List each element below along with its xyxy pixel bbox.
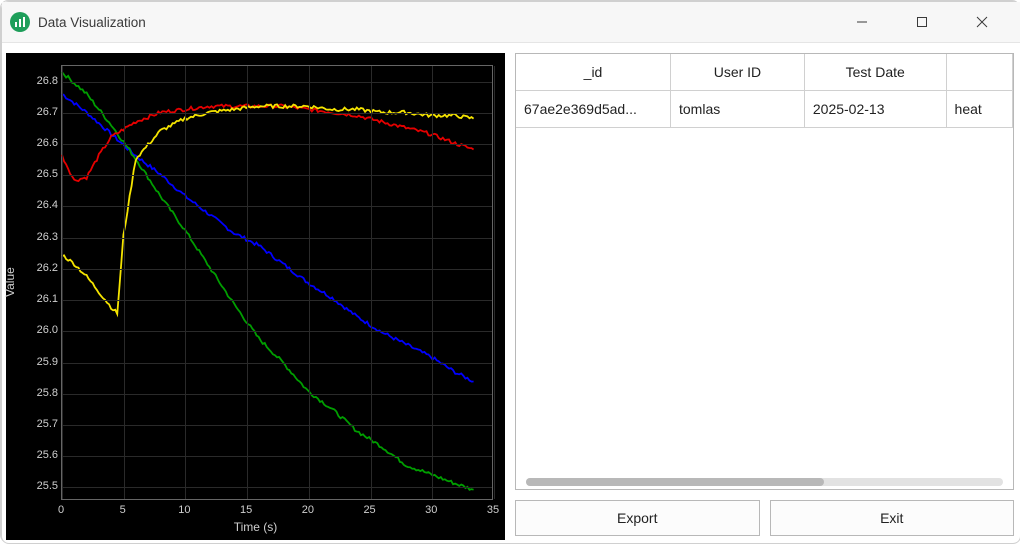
horizontal-scrollbar[interactable]	[516, 475, 1013, 489]
x-tick: 30	[425, 504, 437, 516]
x-tick: 10	[178, 504, 190, 516]
col-testdate[interactable]: Test Date	[804, 54, 946, 91]
y-tick: 26.6	[18, 137, 58, 149]
y-tick: 26.1	[18, 293, 58, 305]
chart[interactable]: Value Time (s) 0 5 10 15 20 25 30 35 25.5 25.6 25.…	[6, 53, 505, 540]
col-user[interactable]: User ID	[671, 54, 805, 91]
x-tick: 20	[302, 504, 314, 516]
y-tick: 25.8	[18, 387, 58, 399]
y-tick: 26.7	[18, 106, 58, 118]
x-tick: 0	[58, 504, 64, 516]
x-tick: 25	[363, 504, 375, 516]
cell-id: 67ae2e369d5ad...	[516, 91, 671, 128]
cell-date: 2025-02-13	[804, 91, 946, 128]
cell-extra: heat	[946, 91, 1012, 128]
table-row[interactable]: 67ae2e369d5ad... tomlas 2025-02-13 heat	[516, 91, 1013, 128]
y-tick: 26.0	[18, 324, 58, 336]
maximize-icon	[916, 16, 928, 28]
x-axis-label: Time (s)	[234, 520, 278, 534]
cell-user: tomlas	[671, 91, 805, 128]
y-tick: 26.4	[18, 199, 58, 211]
x-tick: 5	[120, 504, 126, 516]
export-button[interactable]: Export	[515, 500, 760, 536]
titlebar: Data Visualization	[2, 2, 1020, 43]
data-table[interactable]: _id User ID Test Date 67ae2e369d5ad... t…	[515, 53, 1014, 490]
close-icon	[976, 16, 988, 28]
col-id[interactable]: _id	[516, 54, 671, 91]
y-tick: 25.5	[18, 480, 58, 492]
minimize-button[interactable]	[846, 6, 878, 38]
y-tick: 26.2	[18, 262, 58, 274]
exit-button[interactable]: Exit	[770, 500, 1015, 536]
y-tick: 26.3	[18, 231, 58, 243]
y-tick: 25.7	[18, 418, 58, 430]
y-axis-label: Value	[3, 267, 17, 297]
x-tick: 15	[240, 504, 252, 516]
x-tick: 35	[487, 504, 499, 516]
maximize-button[interactable]	[906, 6, 938, 38]
y-tick: 25.6	[18, 449, 58, 461]
minimize-icon	[856, 16, 868, 28]
y-tick: 26.5	[18, 168, 58, 180]
y-tick: 25.9	[18, 356, 58, 368]
close-button[interactable]	[966, 6, 998, 38]
window-title: Data Visualization	[38, 15, 146, 30]
col-extra[interactable]	[946, 54, 1012, 91]
y-tick: 26.8	[18, 75, 58, 87]
app-icon	[10, 12, 30, 32]
